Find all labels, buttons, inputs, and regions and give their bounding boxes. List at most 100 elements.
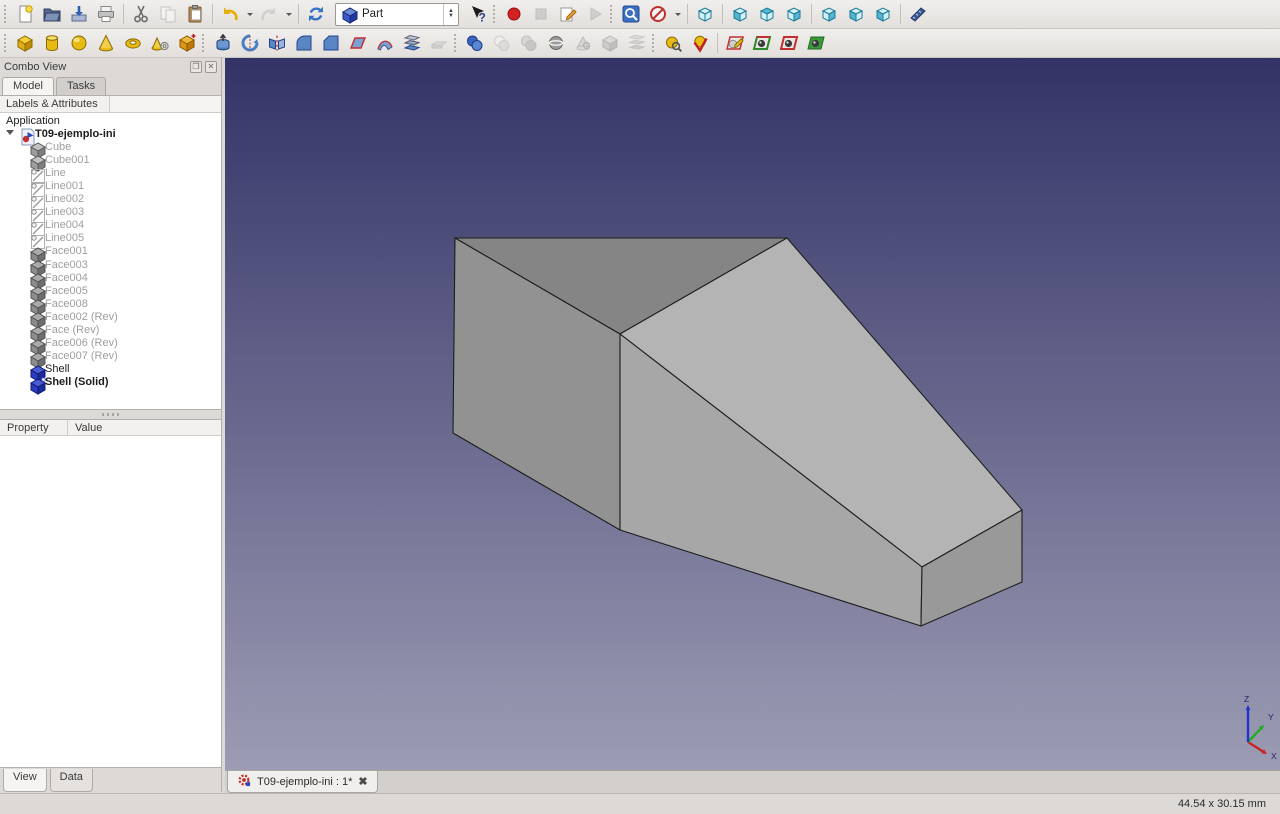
panel-close-button[interactable]: ✕: [205, 61, 217, 73]
primitive-sphere-icon[interactable]: [66, 30, 92, 56]
print-icon[interactable]: [93, 1, 119, 27]
mirror-icon[interactable]: [264, 30, 290, 56]
macro-stop-icon[interactable]: [528, 1, 554, 27]
section-icon[interactable]: [543, 30, 569, 56]
view-isometric-icon[interactable]: [692, 1, 718, 27]
macro-edit-icon[interactable]: [555, 1, 581, 27]
create-primitives-icon[interactable]: [147, 30, 173, 56]
view-front-icon[interactable]: [727, 1, 753, 27]
revolve-icon[interactable]: [237, 30, 263, 56]
defeaturing-icon[interactable]: [687, 30, 713, 56]
tree-item-face007-rev[interactable]: Face007 (Rev): [0, 350, 221, 363]
tree-item-shell[interactable]: Shell: [0, 363, 221, 376]
primitive-cone-icon[interactable]: [93, 30, 119, 56]
tree-item-label: Face003: [45, 259, 88, 271]
new-file-icon[interactable]: [12, 1, 38, 27]
tree-item-cube001[interactable]: Cube001: [0, 153, 221, 166]
document-tab[interactable]: T09-ejemplo-ini : 1* ✖: [227, 771, 378, 793]
toolbar-handle[interactable]: [610, 5, 613, 23]
check-geometry-icon[interactable]: [660, 30, 686, 56]
toolbar-handle[interactable]: [202, 34, 205, 52]
tree-item-shell-solid[interactable]: Shell (Solid): [0, 376, 221, 389]
primitive-box-icon[interactable]: [12, 30, 38, 56]
embed-shape-icon[interactable]: [597, 30, 623, 56]
tree-item-face-rev[interactable]: Face (Rev): [0, 324, 221, 337]
ruled-surface-icon[interactable]: [372, 30, 398, 56]
chamfer-icon[interactable]: [318, 30, 344, 56]
boolean-common-icon[interactable]: [489, 30, 515, 56]
fit-all-icon[interactable]: [618, 1, 644, 27]
toolbar-handle[interactable]: [493, 5, 496, 23]
toolbar-handle[interactable]: [4, 5, 7, 23]
toolbar-handle[interactable]: [454, 34, 457, 52]
document-tab-close-icon[interactable]: ✖: [358, 775, 367, 788]
primitive-cylinder-icon[interactable]: [39, 30, 65, 56]
toolbar-handle[interactable]: [4, 34, 7, 52]
measure-distance-icon[interactable]: [905, 1, 931, 27]
tree-item-face004[interactable]: Face004: [0, 271, 221, 284]
workbench-selector[interactable]: Part▲▼: [335, 3, 459, 26]
refresh-icon[interactable]: [303, 1, 329, 27]
macro-run-icon[interactable]: [582, 1, 608, 27]
workbench-selector-spinner[interactable]: ▲▼: [443, 4, 458, 25]
tree-item-face006-rev[interactable]: Face006 (Rev): [0, 337, 221, 350]
draw-style-icon[interactable]: [645, 1, 671, 27]
boolean-union-icon[interactable]: [462, 30, 488, 56]
expander-icon[interactable]: [6, 130, 14, 138]
tree-item-line004[interactable]: Line004: [0, 219, 221, 232]
view-top-icon[interactable]: [754, 1, 780, 27]
tree-item-line005[interactable]: Line005: [0, 232, 221, 245]
tree-item-cube[interactable]: Cube: [0, 140, 221, 153]
tree-document[interactable]: T09-ejemplo-ini: [0, 127, 221, 140]
save-file-icon[interactable]: [66, 1, 92, 27]
cross-sections-icon[interactable]: [624, 30, 650, 56]
undo-icon[interactable]: [217, 1, 243, 27]
tab-model[interactable]: Model: [2, 77, 54, 95]
view-bottom-icon[interactable]: [843, 1, 869, 27]
view-right-icon[interactable]: [781, 1, 807, 27]
primitive-torus-icon[interactable]: [120, 30, 146, 56]
3d-viewport[interactable]: XYZ: [225, 58, 1280, 770]
tree-item-face002-rev[interactable]: Face002 (Rev): [0, 310, 221, 323]
tree-item-face008[interactable]: Face008: [0, 297, 221, 310]
macro-record-icon[interactable]: [501, 1, 527, 27]
fillet-icon[interactable]: [291, 30, 317, 56]
sketch-create-icon[interactable]: [749, 30, 775, 56]
tab-tasks[interactable]: Tasks: [56, 77, 106, 95]
shape-builder-icon[interactable]: [174, 30, 200, 56]
tree-item-face003[interactable]: Face003: [0, 258, 221, 271]
make-face-icon[interactable]: [345, 30, 371, 56]
tree-item-face005[interactable]: Face005: [0, 284, 221, 297]
sketch-map-icon[interactable]: [803, 30, 829, 56]
whats-this-icon[interactable]: ?: [465, 1, 491, 27]
toolbar-handle[interactable]: [652, 34, 655, 52]
cut-icon[interactable]: [128, 1, 154, 27]
draw-style-dropdown-icon[interactable]: [672, 1, 683, 27]
sketch-attach-icon[interactable]: [722, 30, 748, 56]
tree-item-line002[interactable]: Line002: [0, 193, 221, 206]
redo-dropdown-icon[interactable]: [283, 1, 294, 27]
panel-splitter[interactable]: [0, 410, 221, 419]
paste-icon[interactable]: [182, 1, 208, 27]
sweep-icon[interactable]: [426, 30, 452, 56]
boolean-cut-icon[interactable]: [516, 30, 542, 56]
tree-item-face001[interactable]: Face001: [0, 245, 221, 258]
view-rear-icon[interactable]: [816, 1, 842, 27]
copy-icon[interactable]: [155, 1, 181, 27]
extrude-icon[interactable]: [210, 30, 236, 56]
undo-dropdown-icon[interactable]: [244, 1, 255, 27]
tree-item-line003[interactable]: Line003: [0, 206, 221, 219]
sketch-edit-icon[interactable]: [776, 30, 802, 56]
open-file-icon[interactable]: [39, 1, 65, 27]
tree-root-application[interactable]: Application: [0, 114, 221, 127]
redo-icon[interactable]: [256, 1, 282, 27]
tab-view[interactable]: View: [3, 769, 47, 792]
panel-float-button[interactable]: ❐: [190, 61, 202, 73]
view-left-icon[interactable]: [870, 1, 896, 27]
toolbar-separator: [687, 4, 688, 24]
tab-data[interactable]: Data: [50, 769, 93, 792]
tree-item-line001[interactable]: Line001: [0, 179, 221, 192]
loft-icon[interactable]: [399, 30, 425, 56]
cross-section-icon[interactable]: [570, 30, 596, 56]
tree-item-line[interactable]: Line: [0, 166, 221, 179]
